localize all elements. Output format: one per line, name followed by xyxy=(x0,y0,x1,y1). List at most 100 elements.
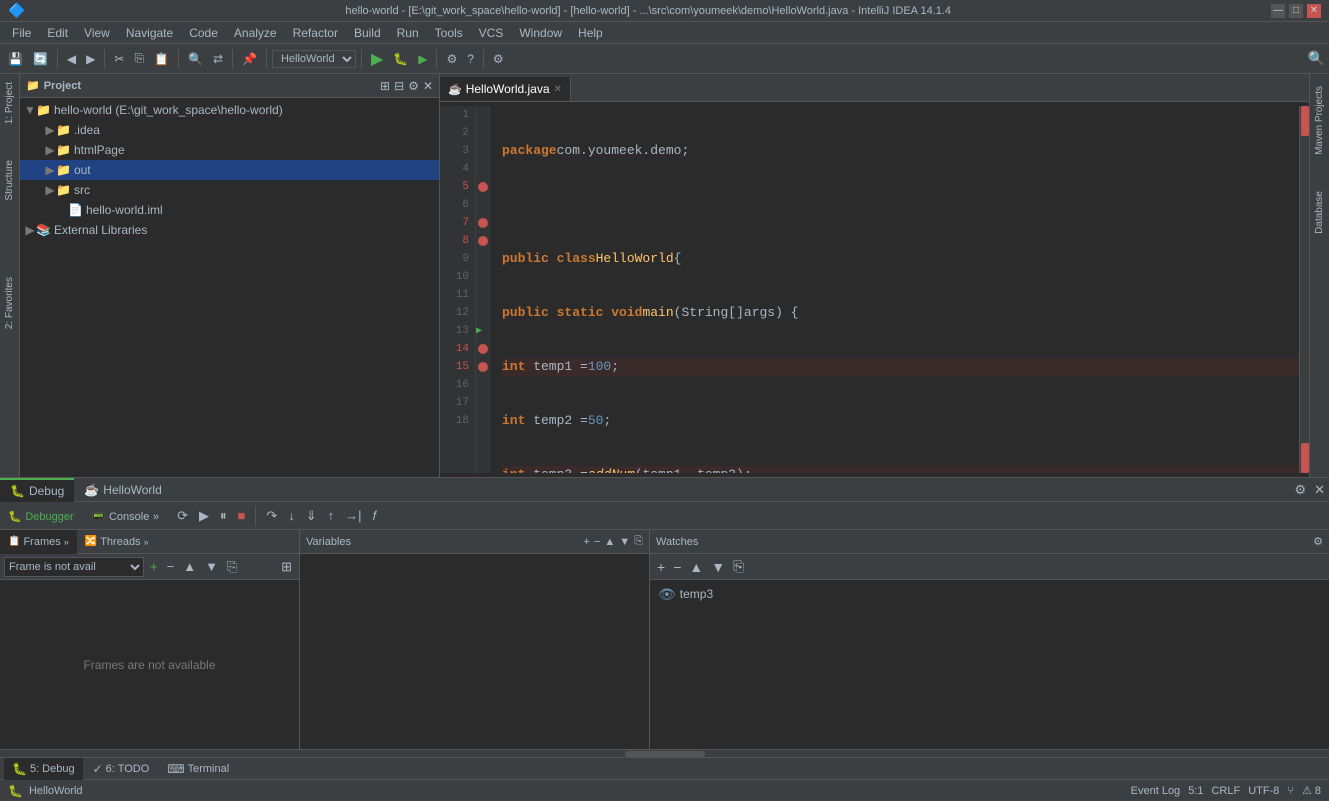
watch-up-btn[interactable]: ▲ xyxy=(686,558,706,576)
menu-edit[interactable]: Edit xyxy=(39,22,76,43)
status-warnings-btn[interactable]: ⚠ 8 xyxy=(1302,784,1321,797)
menu-file[interactable]: File xyxy=(4,22,39,43)
debug-run-to-cursor-btn[interactable]: →| xyxy=(341,506,365,525)
menu-help[interactable]: Help xyxy=(570,22,611,43)
frame-filter-btn[interactable]: ⊞ xyxy=(278,558,295,576)
watches-settings-btn[interactable]: ⚙ xyxy=(1313,535,1323,548)
global-search-button[interactable]: 🔍 xyxy=(1308,50,1325,67)
tree-item-idea[interactable]: ▶ 📁 .idea xyxy=(20,120,439,140)
menu-analyze[interactable]: Analyze xyxy=(226,22,285,43)
frame-down-btn[interactable]: ▼ xyxy=(202,558,221,575)
menu-tools[interactable]: Tools xyxy=(427,22,471,43)
maximize-button[interactable]: □ xyxy=(1289,4,1303,18)
threads-tab[interactable]: 🔀 Threads » xyxy=(77,530,157,554)
debug-tab-helloworld[interactable]: ☕ HelloWorld xyxy=(74,478,171,502)
toolbar-forward-button[interactable]: ▶ xyxy=(82,47,99,71)
toolbar-help-button[interactable]: ? xyxy=(463,47,478,71)
frame-selector[interactable]: Frame is not avail xyxy=(4,557,144,577)
debug-step-over-btn[interactable]: ↷ xyxy=(262,506,281,526)
toolbar-replace-button[interactable]: ⇄ xyxy=(209,47,227,71)
watch-add-btn[interactable]: + xyxy=(654,558,668,576)
tree-root[interactable]: ▼ 📁 hello-world (E:\git_work_space\hello… xyxy=(20,100,439,120)
var-down-btn[interactable]: ▼ xyxy=(619,536,630,548)
project-header-close[interactable]: ✕ xyxy=(423,79,433,93)
debug-resume-btn[interactable]: ▶ xyxy=(195,506,213,526)
watch-down-btn[interactable]: ▼ xyxy=(708,558,728,576)
debug-stop-btn[interactable]: ■ xyxy=(234,506,250,525)
toolbar-save-button[interactable]: 💾 xyxy=(4,47,27,71)
menu-run[interactable]: Run xyxy=(389,22,427,43)
console-tab-btn[interactable]: 📟 Console » xyxy=(88,506,163,525)
left-tab-favorites[interactable]: 2: Favorites xyxy=(2,273,17,333)
frame-up-btn[interactable]: ▲ xyxy=(180,558,199,575)
right-tab-database[interactable]: Database xyxy=(1312,183,1327,242)
debug-force-step-into-btn[interactable]: ⇓ xyxy=(302,506,321,526)
line-num-7: 7 xyxy=(440,214,469,232)
frame-copy-btn[interactable]: ⎘ xyxy=(224,558,240,576)
frames-tab[interactable]: 📋 Frames » xyxy=(0,530,77,554)
toolbar-sdk-button[interactable]: ⚙ xyxy=(442,47,461,71)
debug-evaluate-btn[interactable]: 𝑓 xyxy=(369,506,381,526)
tree-item-htmlpage[interactable]: ▶ 📁 htmlPage xyxy=(20,140,439,160)
minimize-button[interactable]: — xyxy=(1271,4,1285,18)
debug-step-into-btn[interactable]: ↓ xyxy=(284,506,299,525)
status-git-btn[interactable]: ⑂ xyxy=(1287,785,1294,797)
project-header-expand-all[interactable]: ⊞ xyxy=(380,79,390,93)
toolbar-sync-button[interactable]: 🔄 xyxy=(29,47,52,71)
toolbar-back-button[interactable]: ◀ xyxy=(63,47,80,71)
toolbar-cut-button[interactable]: ✂ xyxy=(110,47,128,71)
run-coverage-button[interactable]: ▶ xyxy=(414,47,431,71)
run-button[interactable]: ▶ xyxy=(367,49,387,69)
menu-window[interactable]: Window xyxy=(511,22,570,43)
editor-scrollbar[interactable] xyxy=(1299,106,1309,473)
project-header-collapse-all[interactable]: ⊟ xyxy=(394,79,404,93)
debug-button[interactable]: 🐛 xyxy=(389,47,412,71)
tab-close-button[interactable]: ✕ xyxy=(554,84,562,95)
toolbar-copy-button[interactable]: ⎘ xyxy=(130,47,148,71)
menu-code[interactable]: Code xyxy=(181,22,226,43)
tree-item-src[interactable]: ▶ 📁 src xyxy=(20,180,439,200)
editor-tab-helloworld[interactable]: ☕ HelloWorld.java ✕ xyxy=(440,77,571,101)
tree-item-out[interactable]: ▶ 📁 out xyxy=(20,160,439,180)
debugger-tab-btn[interactable]: 🐛 Debugger xyxy=(4,506,78,525)
watch-remove-btn[interactable]: − xyxy=(670,558,684,576)
debug-rerun-btn[interactable]: ⟳ xyxy=(173,506,192,526)
var-copy-btn[interactable]: ⎘ xyxy=(634,535,643,548)
frame-remove-btn[interactable]: − xyxy=(164,558,178,575)
debug-tab-debug[interactable]: 🐛 Debug xyxy=(0,478,74,502)
menu-build[interactable]: Build xyxy=(346,22,389,43)
left-tab-project[interactable]: 1: Project xyxy=(2,78,17,128)
menu-view[interactable]: View xyxy=(76,22,118,43)
horizontal-scrollbar[interactable] xyxy=(0,749,1329,757)
right-tab-maven[interactable]: Maven Projects xyxy=(1312,78,1327,163)
menu-vcs[interactable]: VCS xyxy=(471,22,512,43)
tree-item-iml[interactable]: ▶ 📄 hello-world.iml xyxy=(20,200,439,220)
tree-item-ext-libs[interactable]: ▶ 📚 External Libraries xyxy=(20,220,439,240)
menu-navigate[interactable]: Navigate xyxy=(118,22,181,43)
bottom-tab-terminal[interactable]: ⌨ Terminal xyxy=(159,758,237,780)
code-content[interactable]: package com.youmeek.demo; public class H… xyxy=(490,106,1299,473)
debug-pause-btn[interactable]: ⏸ xyxy=(216,506,231,526)
var-add-btn[interactable]: + xyxy=(584,536,590,548)
toolbar-paste-button[interactable]: 📋 xyxy=(150,47,173,71)
debug-close-button[interactable]: ✕ xyxy=(1310,480,1329,500)
run-config-dropdown[interactable]: HelloWorld xyxy=(272,50,356,68)
window-controls[interactable]: — □ ✕ xyxy=(1271,4,1321,18)
menu-refactor[interactable]: Refactor xyxy=(285,22,346,43)
close-button[interactable]: ✕ xyxy=(1307,4,1321,18)
debug-step-out-btn[interactable]: ↑ xyxy=(324,506,339,525)
left-tab-structure[interactable]: Structure xyxy=(2,156,17,205)
toolbar-settings-button[interactable]: ⚙ xyxy=(489,47,508,71)
bottom-tab-todo[interactable]: ✓ 6: TODO xyxy=(85,758,158,780)
frame-add-btn[interactable]: + xyxy=(147,558,161,575)
var-remove-btn[interactable]: − xyxy=(594,536,600,548)
debug-settings-button[interactable]: ⚙ xyxy=(1290,480,1310,500)
var-up-btn[interactable]: ▲ xyxy=(604,536,615,548)
toolbar-find-button[interactable]: 🔍 xyxy=(184,47,207,71)
toolbar-bookmark-button[interactable]: 📌 xyxy=(238,47,261,71)
scrollbar-thumb[interactable] xyxy=(625,751,705,757)
watch-copy-btn[interactable]: ⎘ xyxy=(730,557,747,576)
project-header-settings[interactable]: ⚙ xyxy=(408,79,419,93)
bottom-tab-debug[interactable]: 🐛 5: Debug xyxy=(4,758,83,780)
code-editor[interactable]: 1 2 3 4 5 6 7 8 9 10 11 12 13 14 15 16 1 xyxy=(440,102,1309,477)
